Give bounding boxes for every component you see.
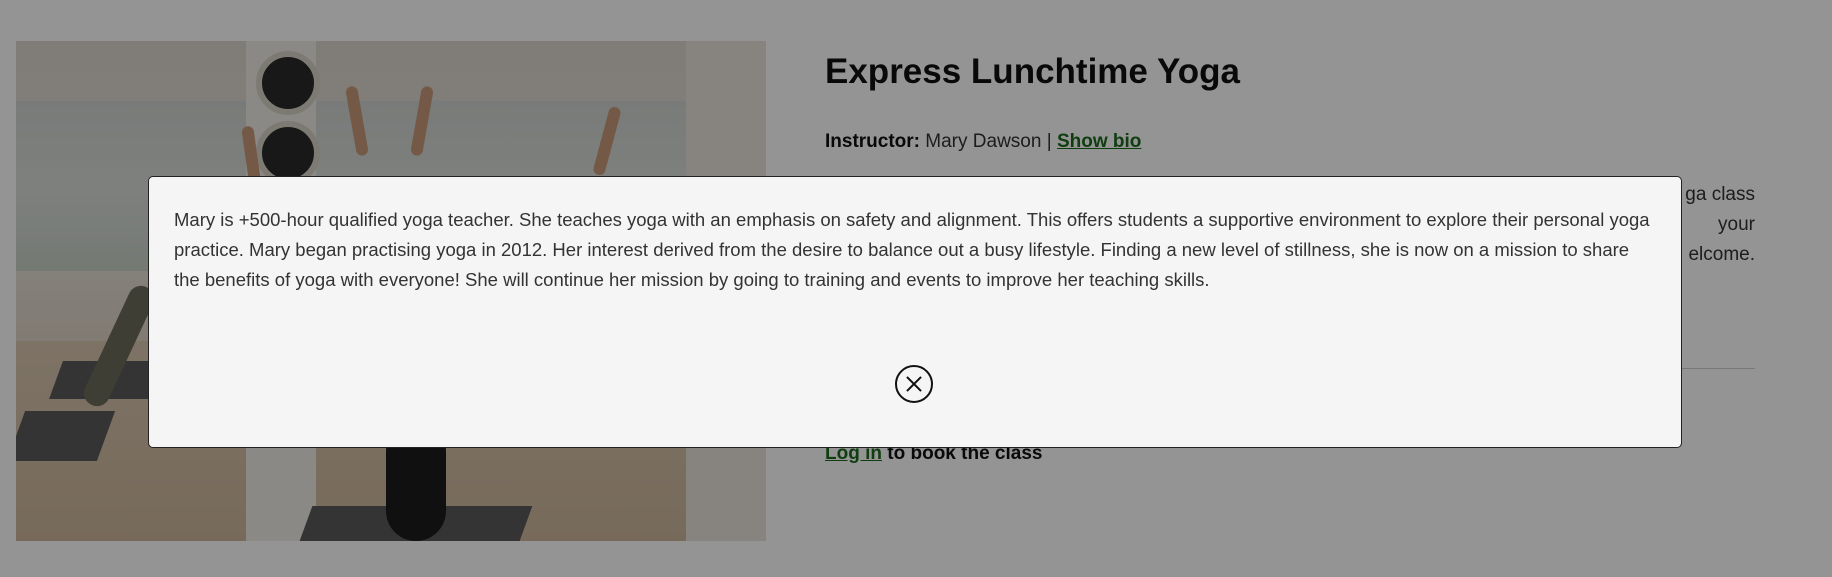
instructor-bio-modal: Mary is +500-hour qualified yoga teacher… [148, 176, 1682, 448]
bio-text: Mary is +500-hour qualified yoga teacher… [174, 209, 1650, 290]
close-button[interactable] [895, 365, 933, 403]
